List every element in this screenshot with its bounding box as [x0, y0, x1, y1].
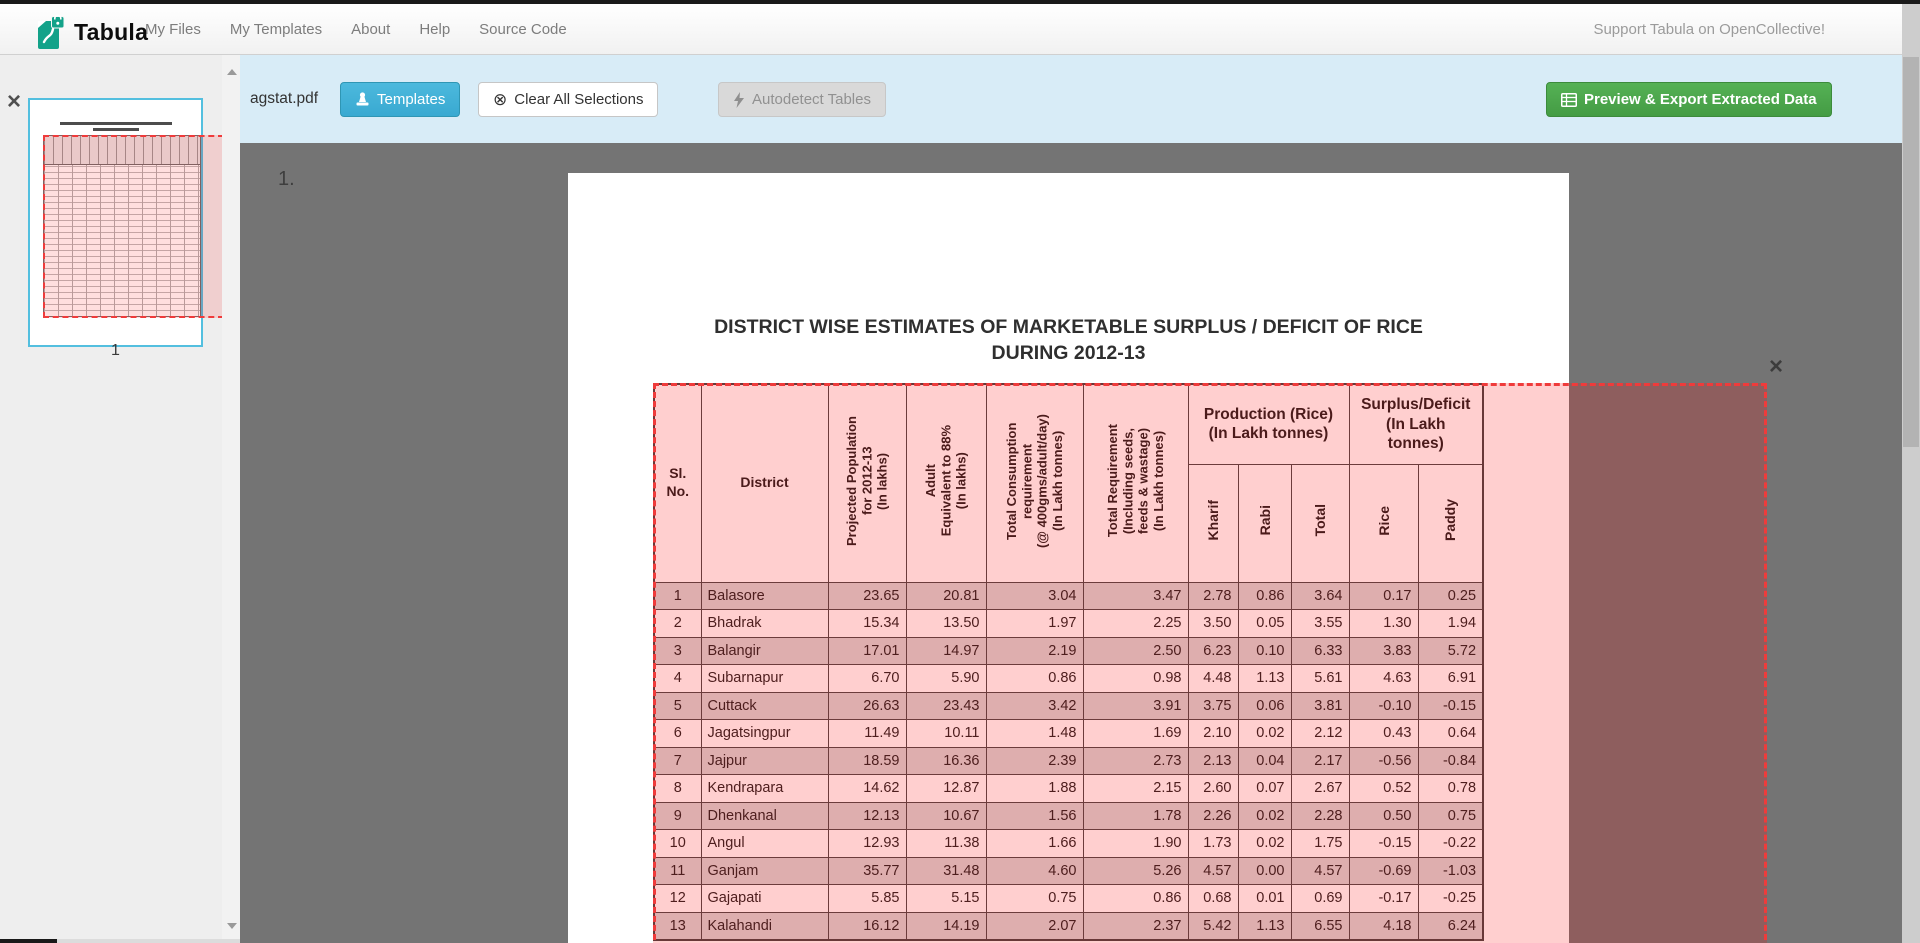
- autodetect-tables-button[interactable]: Autodetect Tables: [718, 82, 886, 117]
- mini-selection-overlay: [43, 135, 224, 318]
- export-table-icon: [1561, 93, 1577, 107]
- window-scroll-thumb[interactable]: [1903, 57, 1919, 447]
- thumbnail-page-number: 1: [28, 342, 203, 360]
- selection-close-icon[interactable]: ×: [1769, 356, 1783, 378]
- brand[interactable]: Tabula: [38, 12, 148, 52]
- export-label: Preview & Export Extracted Data: [1584, 91, 1817, 108]
- nav-about[interactable]: About: [351, 21, 390, 38]
- support-link[interactable]: Support Tabula on OpenCollective!: [1593, 4, 1825, 55]
- templates-button[interactable]: Templates: [340, 82, 460, 117]
- window-scrollbar: [1902, 4, 1920, 943]
- sidebar-horizontal-scrollbar: [0, 939, 240, 943]
- clear-all-selections-button[interactable]: ⊗ Clear All Selections: [478, 82, 658, 117]
- scroll-up-arrow-icon[interactable]: [227, 69, 237, 75]
- preview-export-button[interactable]: Preview & Export Extracted Data: [1546, 82, 1832, 117]
- horizontal-scroll-thumb[interactable]: [0, 939, 57, 943]
- autodetect-label: Autodetect Tables: [752, 91, 871, 108]
- top-strip: [0, 0, 1920, 4]
- page-number-label: 1.: [278, 168, 295, 191]
- sidebar-scrollbar: [222, 55, 240, 943]
- nav-my-files[interactable]: My Files: [145, 21, 201, 38]
- tabula-logo-icon: [38, 14, 65, 50]
- scroll-down-arrow-icon[interactable]: [227, 923, 237, 929]
- navbar: Tabula My Files My Templates About Help …: [0, 4, 1920, 55]
- nav-my-templates[interactable]: My Templates: [230, 21, 322, 38]
- templates-label: Templates: [377, 91, 445, 108]
- document-title: DISTRICT WISE ESTIMATES OF MARKETABLE SU…: [568, 314, 1569, 366]
- mini-title-line: [60, 122, 172, 125]
- tabula-app: Tabula My Files My Templates About Help …: [0, 0, 1920, 943]
- nav-source-code[interactable]: Source Code: [479, 21, 567, 38]
- thumbnail-close-icon[interactable]: ×: [7, 93, 21, 111]
- brand-title: Tabula: [74, 19, 148, 46]
- nav-help[interactable]: Help: [419, 21, 450, 38]
- sidebar: × 1: [0, 55, 222, 943]
- filename-label: agstat.pdf: [250, 55, 318, 143]
- toolbar: agstat.pdf Templates ⊗ Clear All Selecti…: [240, 55, 1902, 143]
- clear-icon: ⊗: [493, 91, 507, 108]
- document-title-line2: DURING 2012-13: [568, 340, 1569, 366]
- mini-title-line: [93, 128, 139, 131]
- nav-links: My Files My Templates About Help Source …: [145, 4, 567, 55]
- document-title-line1: DISTRICT WISE ESTIMATES OF MARKETABLE SU…: [568, 314, 1569, 340]
- selection-region[interactable]: [653, 383, 1767, 943]
- templates-icon: [355, 92, 370, 107]
- clear-label: Clear All Selections: [514, 91, 643, 108]
- lightning-icon: [733, 92, 745, 108]
